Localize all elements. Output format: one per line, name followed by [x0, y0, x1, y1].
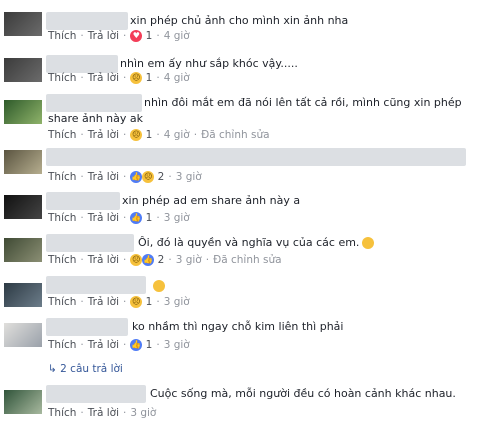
timestamp[interactable]: 4 giờ [164, 72, 190, 84]
like-icon: 👍 [142, 254, 155, 266]
like-link[interactable]: Thích [48, 72, 76, 84]
like-link[interactable]: Thích [48, 30, 76, 42]
timestamp[interactable]: 3 giờ [130, 407, 156, 419]
comment-meta: Thích · Trả lời · ☹ 1 · 3 giờ [48, 296, 190, 308]
comment-meta: Thích · Trả lời · 👍 1 · 3 giờ [48, 339, 190, 351]
comment-meta: Thích · Trả lời · 👍 ☹ 2 · 3 giờ [48, 171, 202, 183]
sad-icon: ☹ [142, 171, 155, 183]
reaction-count[interactable]: ☹ 1 [130, 72, 152, 84]
like-link[interactable]: Thích [48, 254, 76, 266]
timestamp[interactable]: 4 giờ [164, 129, 190, 141]
avatar[interactable] [4, 390, 42, 414]
blurred-name [46, 234, 134, 252]
blurred-name [46, 55, 118, 73]
timestamp[interactable]: 3 giờ [176, 254, 202, 266]
blurred-name [46, 318, 128, 336]
timestamp[interactable]: 4 giờ [164, 30, 190, 42]
timestamp[interactable]: 3 giờ [164, 339, 190, 351]
like-link[interactable]: Thích [48, 129, 76, 141]
timestamp[interactable]: 3 giờ [164, 296, 190, 308]
reply-link[interactable]: Trả lời [88, 212, 119, 224]
comment-meta: Thích · Trả lời · ☹ 1 · 4 giờ · Đã chỉnh… [48, 129, 270, 141]
like-icon: 👍 [130, 171, 143, 183]
avatar[interactable] [4, 238, 42, 262]
like-icon: 👍 [130, 339, 143, 351]
avatar[interactable] [4, 58, 42, 82]
comment-text: xin phép ad em share ảnh này a [122, 194, 301, 207]
comment-meta: Thích · Trả lời · 👍 1 · 3 giờ [48, 212, 190, 224]
view-replies-link[interactable]: ↳ 2 câu trả lời [48, 363, 123, 375]
comment-text: Cuộc sống mà, mỗi người đều có hoàn cảnh… [150, 387, 456, 400]
comment-text: nhìn đôi mắt em đã nói lên tất cả rồi, m… [144, 96, 462, 109]
edited-label[interactable]: Đã chỉnh sửa [201, 129, 269, 141]
comment-meta: Thích · Trả lời · 3 giờ [48, 407, 157, 419]
comment-text: nhìn em ấy như sắp khóc vậy..... [120, 57, 298, 70]
blurred-name [46, 94, 142, 112]
reaction-count[interactable]: ☹ 1 [130, 296, 152, 308]
like-link[interactable]: Thích [48, 171, 76, 183]
reply-link[interactable]: Trả lời [88, 171, 119, 183]
like-link[interactable]: Thích [48, 339, 76, 351]
reaction-count[interactable]: 👍 1 [130, 212, 152, 224]
blurred-name [46, 385, 146, 403]
reaction-count[interactable]: ♥ 1 [130, 30, 152, 42]
reaction-count[interactable]: 👍 ☹ 2 [130, 171, 164, 183]
sad-icon: ☹ [130, 296, 143, 308]
avatar[interactable] [4, 150, 42, 174]
reply-link[interactable]: Trả lời [88, 254, 119, 266]
blurred-name [46, 276, 146, 294]
blurred-comment [46, 148, 466, 166]
reply-link[interactable]: Trả lời [88, 407, 119, 419]
reply-link[interactable]: Trả lời [88, 30, 119, 42]
sad-icon: ☹ [130, 72, 143, 84]
comment-text-line2: share ảnh này ak [48, 112, 143, 125]
avatar[interactable] [4, 100, 42, 124]
reaction-count[interactable]: ☹ 👍 2 [130, 254, 164, 266]
comment-text: Ôi, đó là quyền và nghĩa vụ của các em. [138, 235, 375, 250]
edited-label[interactable]: Đã chỉnh sửa [213, 254, 281, 266]
reply-link[interactable]: Trả lời [88, 296, 119, 308]
timestamp[interactable]: 3 giờ [176, 171, 202, 183]
like-link[interactable]: Thích [48, 296, 76, 308]
like-link[interactable]: Thích [48, 212, 76, 224]
like-link[interactable]: Thích [48, 407, 76, 419]
blurred-name [46, 192, 120, 210]
reply-link[interactable]: Trả lời [88, 339, 119, 351]
reaction-count[interactable]: ☹ 1 [130, 129, 152, 141]
smile-icon [362, 237, 375, 249]
reply-arrow-icon: ↳ [48, 363, 57, 375]
comment-meta: Thích · Trả lời · ☹ 👍 2 · 3 giờ · Đã chỉn… [48, 254, 282, 266]
like-icon: 👍 [130, 212, 143, 224]
avatar[interactable] [4, 195, 42, 219]
avatar[interactable] [4, 283, 42, 307]
sad-icon: ☹ [130, 254, 143, 266]
comment-text: ko nhầm thì ngay chỗ kim liên thì phải [132, 320, 344, 333]
blurred-name [46, 12, 128, 30]
reaction-count[interactable]: 👍 1 [130, 339, 152, 351]
sad-emoji-icon [153, 280, 165, 292]
comment-meta: Thích · Trả lời · ♥ 1 · 4 giờ [48, 30, 190, 42]
reply-link[interactable]: Trả lời [88, 72, 119, 84]
reply-link[interactable]: Trả lời [88, 129, 119, 141]
avatar[interactable] [4, 12, 42, 36]
avatar[interactable] [4, 323, 42, 347]
timestamp[interactable]: 3 giờ [164, 212, 190, 224]
comment-meta: Thích · Trả lời · ☹ 1 · 4 giờ [48, 72, 190, 84]
sad-icon: ☹ [130, 129, 143, 141]
heart-icon: ♥ [130, 30, 143, 42]
comment-text: xin phép chủ ảnh cho mình xin ảnh nha [130, 14, 349, 27]
